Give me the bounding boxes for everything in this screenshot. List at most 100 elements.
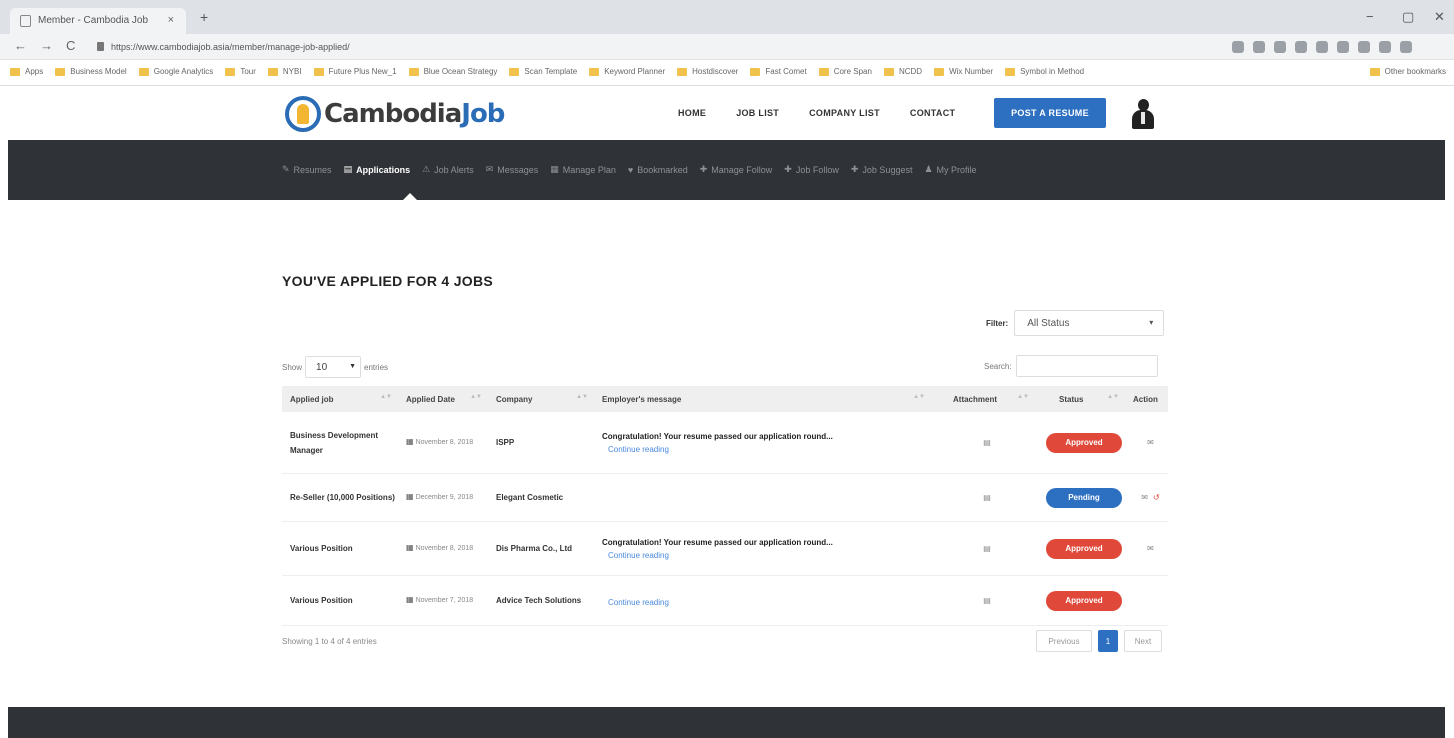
attachment-icon[interactable]: ▤: [983, 544, 991, 553]
extension-icon[interactable]: [1295, 41, 1307, 53]
message-icon[interactable]: ✉: [1147, 438, 1154, 447]
next-page-button[interactable]: Next: [1124, 630, 1162, 652]
close-tab-icon[interactable]: ×: [168, 14, 174, 26]
extension-icon[interactable]: [1253, 41, 1265, 53]
applied-job-cell[interactable]: Various Position: [282, 522, 398, 575]
bookmark-label: Apps: [25, 67, 44, 76]
applied-job-cell[interactable]: Various Position: [282, 576, 398, 625]
member-nav-messages[interactable]: ✉ Messages: [486, 164, 539, 175]
bookmark-star-icon[interactable]: [1232, 41, 1244, 53]
sort-icon: ▲▼: [913, 394, 925, 400]
continue-reading-link[interactable]: Continue reading: [602, 445, 931, 454]
site-header: CambodiaJob HOME JOB LIST COMPANY LIST C…: [0, 86, 1454, 140]
forward-icon[interactable]: →: [40, 38, 53, 53]
browser-tab[interactable]: Member - Cambodia Job ×: [10, 8, 186, 34]
column-employer-message[interactable]: Employer's message ▲▼: [594, 386, 931, 412]
attachment-icon[interactable]: ▤: [983, 596, 991, 605]
table-row: Various Position ▦ November 8, 2018 Dis Pha…: [282, 522, 1168, 576]
action-cell: ✉: [1125, 412, 1168, 473]
bookmark-item[interactable]: Keyword Planner: [589, 67, 665, 76]
top-navigation: HOME JOB LIST COMPANY LIST CONTACT: [678, 108, 955, 118]
bookmark-item[interactable]: Wix Number: [934, 67, 993, 76]
member-nav-label: Job Alerts: [434, 164, 474, 175]
entries-length-select[interactable]: 10 ▼: [305, 356, 362, 378]
bookmark-label: NCDD: [898, 67, 923, 76]
nav-company-list[interactable]: COMPANY LIST: [809, 108, 880, 118]
bookmark-item[interactable]: Fast Comet: [750, 67, 807, 76]
close-window-icon[interactable]: ✕: [1434, 9, 1445, 25]
extension-icon[interactable]: [1316, 41, 1328, 53]
manage-follow-icon: ✚: [699, 164, 708, 174]
bookmark-item[interactable]: Future Plus New_1: [313, 67, 397, 76]
action-cell: ✉: [1125, 522, 1168, 575]
extension-icon[interactable]: [1274, 41, 1286, 53]
folder-icon: [818, 67, 829, 76]
message-icon[interactable]: ✉: [1141, 493, 1148, 502]
bookmark-item[interactable]: Blue Ocean Strategy: [408, 67, 497, 76]
member-nav-bookmarked[interactable]: ♥ Bookmarked: [628, 164, 688, 175]
undo-icon[interactable]: ↺: [1153, 493, 1160, 502]
bookmark-item[interactable]: Google Analytics: [138, 67, 213, 76]
job-title[interactable]: Various Position: [290, 541, 353, 556]
entries-label: entries: [364, 362, 389, 372]
url-field[interactable]: https://www.cambodiajob.asia/member/mana…: [93, 37, 1193, 57]
applied-job-cell[interactable]: Business Development Manager: [282, 412, 398, 473]
job-title[interactable]: Business Development Manager: [290, 428, 398, 458]
message-icon[interactable]: ✉: [1147, 544, 1154, 553]
nav-job-list[interactable]: JOB LIST: [736, 108, 779, 118]
member-nav-applications[interactable]: ▤ Applications: [344, 164, 411, 175]
job-title[interactable]: Various Position: [290, 593, 353, 608]
member-nav-manage-follow[interactable]: ✚ Manage Follow: [700, 164, 773, 175]
user-avatar[interactable]: [1130, 99, 1156, 129]
bookmark-item[interactable]: NCDD: [883, 67, 923, 76]
attachment-icon[interactable]: ▤: [983, 493, 991, 502]
continue-reading-link[interactable]: Continue reading: [602, 598, 931, 607]
column-company[interactable]: Company ▲▼: [488, 386, 594, 412]
member-nav-job-suggest[interactable]: ✚ Job Suggest: [851, 164, 913, 175]
action-cell: [1125, 576, 1168, 625]
nav-contact[interactable]: CONTACT: [910, 108, 955, 118]
member-nav-resumes[interactable]: ✎ Resumes: [282, 164, 332, 175]
back-icon[interactable]: ←: [14, 38, 27, 53]
extension-icon[interactable]: [1358, 41, 1370, 53]
bookmark-item[interactable]: Business Model: [55, 67, 127, 76]
other-bookmarks[interactable]: Other bookmarks: [1369, 67, 1446, 76]
bookmark-item[interactable]: Scan Template: [509, 67, 577, 76]
nav-home[interactable]: HOME: [678, 108, 706, 118]
previous-page-button[interactable]: Previous: [1036, 630, 1092, 652]
bookmark-item[interactable]: NYBI: [267, 67, 302, 76]
bookmark-item[interactable]: Apps: [10, 67, 43, 76]
bookmark-item[interactable]: Hostdiscover: [677, 67, 738, 76]
attachment-icon[interactable]: ▤: [983, 438, 991, 447]
applied-job-cell[interactable]: Re-Seller (10,000 Positions): [282, 474, 398, 521]
column-status[interactable]: Status ▲▼: [1035, 386, 1125, 412]
new-tab-icon[interactable]: +: [200, 9, 208, 25]
job-title[interactable]: Re-Seller (10,000 Positions): [290, 490, 395, 505]
bookmark-item[interactable]: Core Span: [818, 67, 872, 76]
table-row: Re-Seller (10,000 Positions) ▦ December 9,…: [282, 474, 1168, 522]
reload-icon[interactable]: C: [66, 38, 75, 53]
current-page-button[interactable]: 1: [1098, 630, 1118, 652]
member-nav-my-profile[interactable]: ♟ My Profile: [924, 164, 976, 175]
column-attachment[interactable]: Attachment ▲▼: [931, 386, 1035, 412]
extension-icon[interactable]: [1337, 41, 1349, 53]
bookmark-item[interactable]: Symbol in Method: [1005, 67, 1084, 76]
status-filter-select[interactable]: All Status ▾: [1014, 310, 1165, 336]
sort-icon: ▲▼: [576, 394, 588, 400]
post-resume-button[interactable]: POST A RESUME: [994, 98, 1106, 128]
profile-icon[interactable]: [1400, 41, 1412, 53]
member-nav-manage-plan[interactable]: ▦ Manage Plan: [550, 164, 616, 175]
site-logo[interactable]: CambodiaJob: [285, 94, 505, 134]
column-applied-job[interactable]: Applied job ▲▼: [282, 386, 398, 412]
member-nav-job-follow[interactable]: ✚ Job Follow: [784, 164, 839, 175]
minimize-icon[interactable]: −: [1366, 9, 1374, 24]
extension-icon[interactable]: [1379, 41, 1391, 53]
continue-reading-link[interactable]: Continue reading: [602, 551, 931, 560]
employer-message-cell: Congratulation! Your resume passed our a…: [594, 522, 931, 575]
search-input[interactable]: [1015, 355, 1158, 377]
maximize-icon[interactable]: ▢: [1402, 9, 1414, 25]
bookmark-item[interactable]: Tour: [225, 67, 256, 76]
member-nav-label: Job Follow: [795, 164, 839, 175]
column-applied-date[interactable]: Applied Date ▲▼: [398, 386, 488, 412]
member-nav-job-alerts[interactable]: ⚠ Job Alerts: [422, 164, 474, 175]
